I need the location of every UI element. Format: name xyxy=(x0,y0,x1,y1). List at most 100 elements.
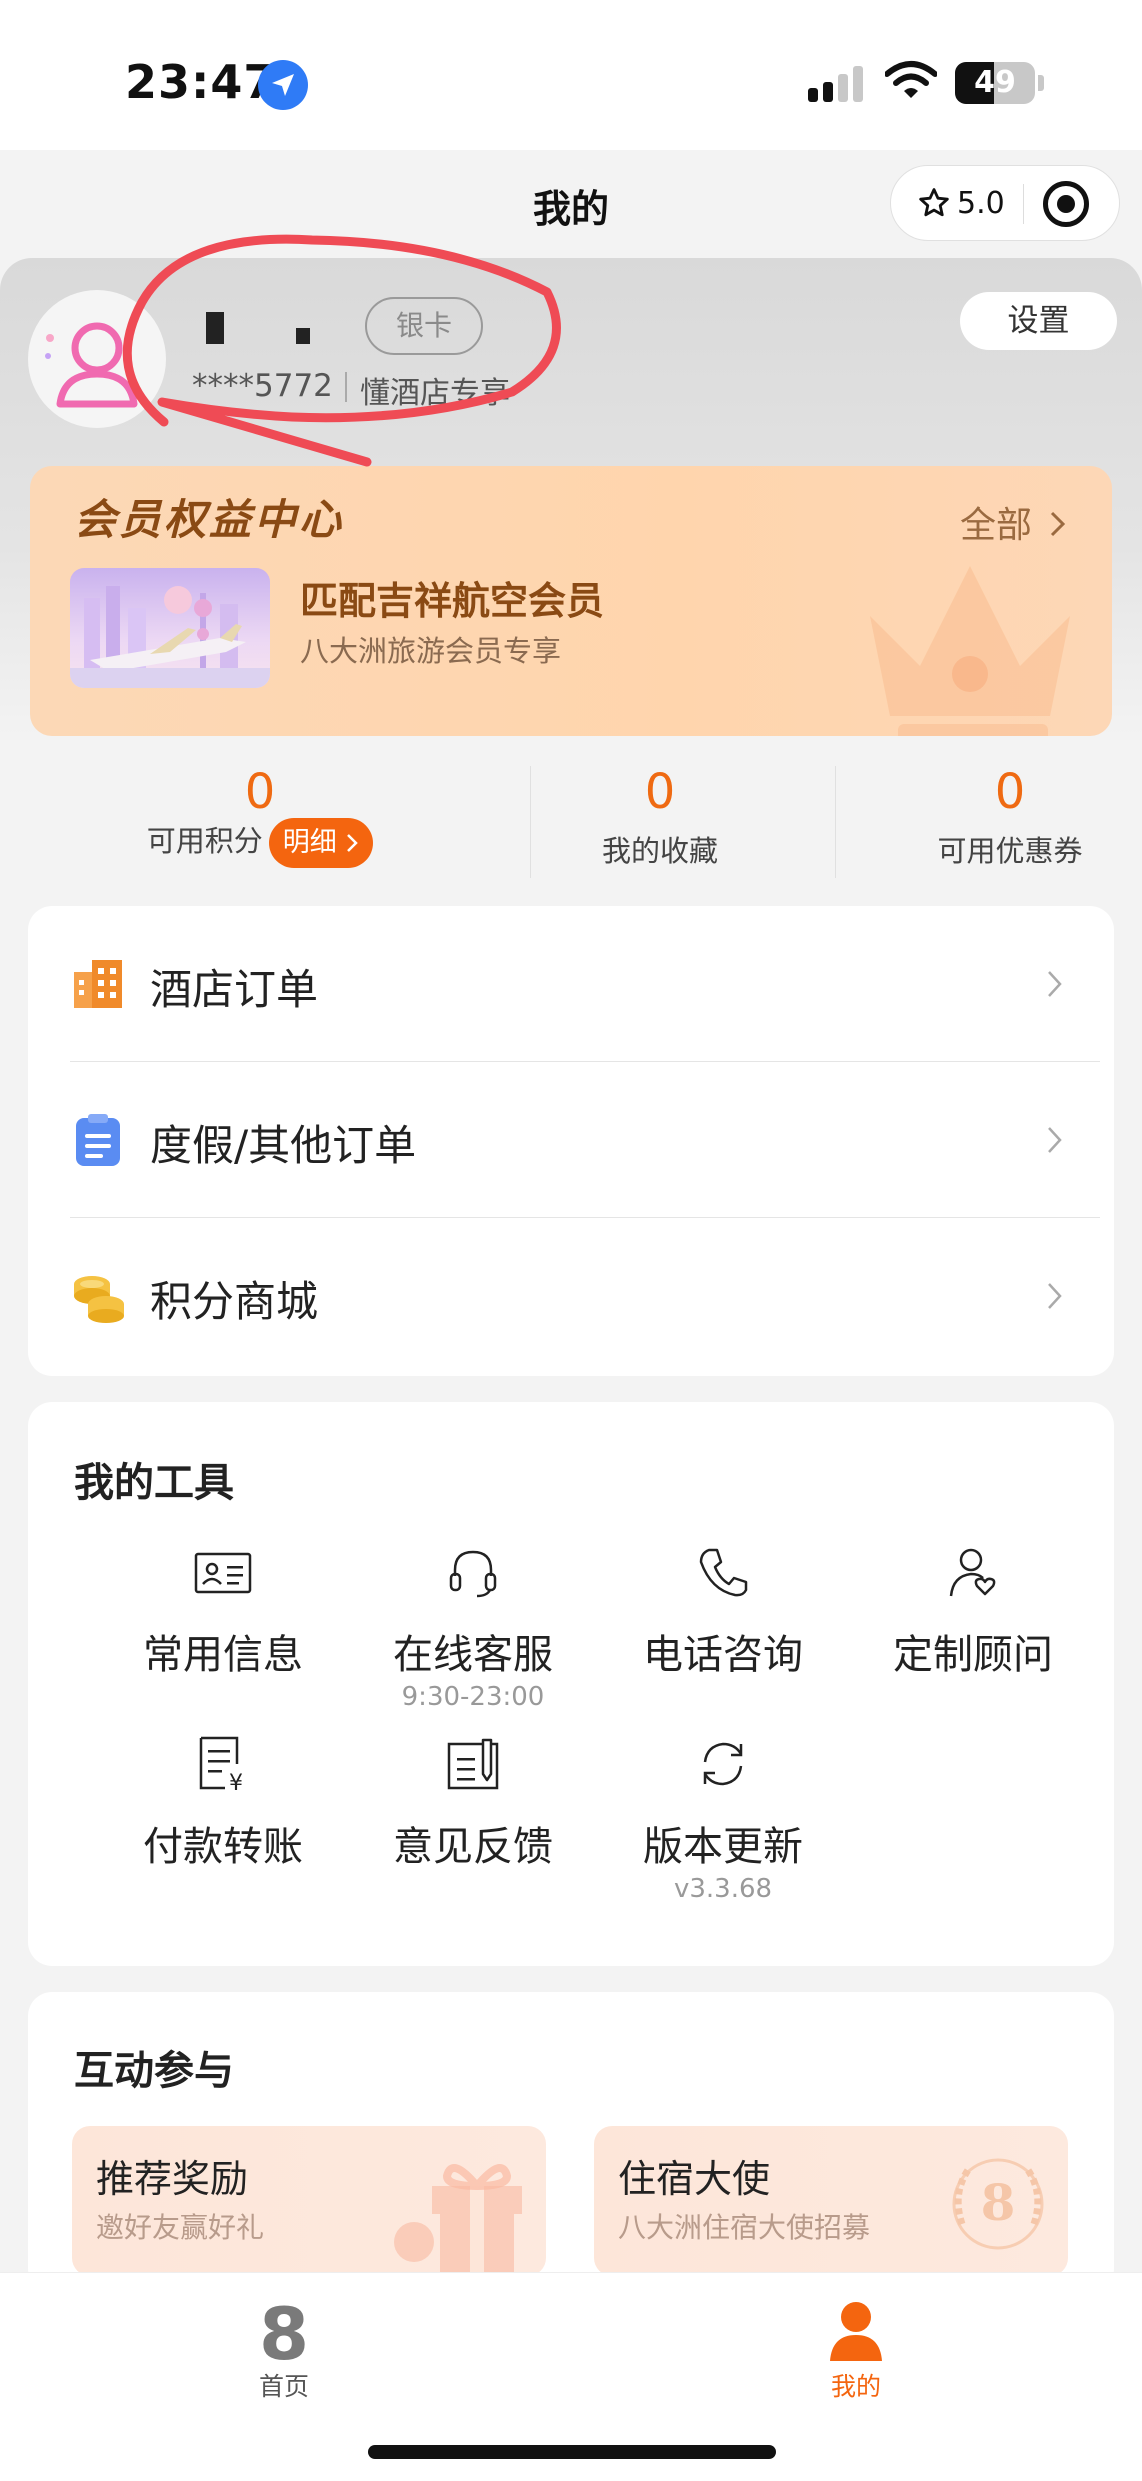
tool-label: 常用信息 xyxy=(143,1632,303,1678)
stat-coupons[interactable]: 0 可用优惠券 xyxy=(890,736,1130,886)
feedback-icon xyxy=(447,1738,499,1790)
referral-reward-tile[interactable]: 推荐奖励 邀好友赢好礼 xyxy=(72,2126,546,2276)
masked-phone-number: ****5772 xyxy=(192,368,333,404)
stats-row: 0 可用积分 明细 0 我的收藏 0 可用优惠券 xyxy=(0,736,1142,886)
tool-feedback[interactable]: 意见反馈 xyxy=(348,1734,598,1894)
benefits-center-title: 会员权益中心 xyxy=(74,495,345,544)
favorites-count: 0 xyxy=(644,764,676,820)
chevron-right-icon xyxy=(1051,511,1066,537)
status-bar: 23:47 49 xyxy=(0,0,1142,150)
member-tag: 懂酒店专享 xyxy=(360,376,510,411)
stats-divider xyxy=(530,766,531,878)
orders-card: 酒店订单 度假/其他订单 积分商城 xyxy=(28,906,1114,1376)
hotel-orders-label: 酒店订单 xyxy=(150,965,319,1014)
coupons-label: 可用优惠券 xyxy=(937,834,1083,868)
username-redacted xyxy=(296,328,310,344)
detail-badge-label: 明细 xyxy=(282,827,337,858)
tool-label: 在线客服 xyxy=(393,1632,553,1678)
settings-button[interactable]: 设置 xyxy=(960,292,1117,350)
tool-label: 版本更新 xyxy=(643,1824,803,1870)
wifi-icon xyxy=(885,61,937,98)
id-card-icon xyxy=(194,1552,252,1594)
member-benefits-card[interactable]: 会员权益中心 全部 匹配吉祥航空会员 八大洲旅游会员专享 xyxy=(30,466,1112,736)
profile-icon xyxy=(830,2302,882,2361)
star-outline-icon[interactable] xyxy=(917,186,951,220)
tool-custom-advisor[interactable]: 定制顾问 xyxy=(848,1542,1098,1702)
tool-common-info[interactable]: 常用信息 xyxy=(98,1542,348,1702)
home-logo-icon: 8 xyxy=(259,2295,309,2365)
stat-favorites[interactable]: 0 我的收藏 xyxy=(560,736,760,886)
points-detail-badge[interactable]: 明细 xyxy=(268,818,374,868)
profile-separator xyxy=(345,372,347,402)
stats-divider xyxy=(835,766,836,878)
chevron-right-icon xyxy=(1048,1127,1062,1153)
my-tools-title: 我的工具 xyxy=(74,1460,234,1506)
location-arrow-icon xyxy=(258,60,308,110)
refresh-icon xyxy=(703,1742,743,1786)
list-item-points-mall[interactable]: 积分商城 xyxy=(28,1218,1114,1374)
tool-phone-consult[interactable]: 电话咨询 xyxy=(598,1542,848,1702)
referral-title: 推荐奖励 xyxy=(96,2157,249,2201)
tool-label: 电话咨询 xyxy=(643,1632,803,1678)
tool-label: 付款转账 xyxy=(143,1824,303,1870)
tool-online-service[interactable]: 在线客服 9:30-23:00 xyxy=(348,1542,598,1712)
gift-icon xyxy=(394,2164,522,2274)
vacation-orders-label: 度假/其他订单 xyxy=(150,1121,417,1170)
points-label: 可用积分 xyxy=(146,824,263,858)
svg-text:¥: ¥ xyxy=(229,1771,243,1794)
airline-promo-subtitle: 八大洲旅游会员专享 xyxy=(300,634,562,668)
tab-home-label: 首页 xyxy=(258,2372,309,2401)
interactive-card: 互动参与 推荐奖励 邀好友赢好礼 8 住宿大使 八大洲住宿大使招募 xyxy=(28,1992,1114,2292)
tab-mine-label: 我的 xyxy=(830,2372,881,2401)
membership-level-badge: 银卡 xyxy=(365,297,483,355)
tool-version-update[interactable]: 版本更新 v3.3.68 xyxy=(598,1734,848,1904)
tool-label: 意见反馈 xyxy=(393,1824,553,1870)
city-airplane-illustration xyxy=(70,586,270,688)
tool-label: 定制顾问 xyxy=(893,1632,1053,1678)
my-tools-card: 我的工具 常用信息 在线客服 9:30-23:00 电话咨询 定制顾问 ¥ 付款… xyxy=(28,1402,1114,1966)
miniprogram-capsule[interactable]: 5.0 xyxy=(890,165,1120,241)
home-indicator xyxy=(368,2445,776,2459)
view-all-label: 全部 xyxy=(960,505,1033,546)
phone-icon xyxy=(699,1548,748,1597)
benefits-view-all[interactable]: 全部 xyxy=(960,496,1069,548)
list-item-vacation-orders[interactable]: 度假/其他订单 xyxy=(28,1062,1114,1218)
close-target-icon[interactable] xyxy=(1043,181,1089,227)
airline-promo-title: 匹配吉祥航空会员 xyxy=(300,579,605,623)
status-time: 23:47 xyxy=(125,55,277,109)
svg-text:8: 8 xyxy=(259,2295,309,2365)
payment-receipt-icon: ¥ xyxy=(199,1736,243,1794)
points-label-row: 可用积分 明细 xyxy=(40,818,480,868)
laurel-badge-icon: 8 xyxy=(952,2158,1044,2250)
battery-percentage: 49 xyxy=(974,65,1016,100)
chevron-right-icon xyxy=(1048,971,1062,997)
capsule-divider xyxy=(1023,184,1024,224)
list-item-hotel-orders[interactable]: 酒店订单 xyxy=(28,906,1114,1062)
clipboard-icon xyxy=(76,1114,120,1166)
points-count: 0 xyxy=(244,764,276,820)
service-hours: 9:30-23:00 xyxy=(401,1682,545,1712)
tool-payment-transfer[interactable]: ¥ 付款转账 xyxy=(98,1734,348,1894)
rating-value: 5.0 xyxy=(957,186,1005,221)
chevron-right-icon xyxy=(347,834,359,852)
interactive-title: 互动参与 xyxy=(74,2048,234,2094)
tab-home[interactable]: 8 首页 xyxy=(184,2287,384,2401)
crown-icon xyxy=(870,566,1070,736)
username-redacted xyxy=(206,312,224,344)
headset-icon xyxy=(449,1550,497,1598)
tab-mine[interactable]: 我的 xyxy=(756,2287,956,2401)
advisor-icon xyxy=(949,1548,996,1597)
avatar[interactable] xyxy=(28,290,166,428)
svg-text:8: 8 xyxy=(981,2173,1016,2232)
hotel-building-icon xyxy=(74,960,122,1008)
chevron-right-icon xyxy=(1048,1283,1062,1309)
battery-tip xyxy=(1038,75,1044,91)
ambassador-tile[interactable]: 8 住宿大使 八大洲住宿大使招募 xyxy=(594,2126,1068,2276)
battery-indicator: 49 xyxy=(955,62,1035,104)
ambassador-subtitle: 八大洲住宿大使招募 xyxy=(618,2211,871,2244)
stat-points[interactable]: 0 可用积分 明细 xyxy=(40,736,480,886)
ambassador-title: 住宿大使 xyxy=(618,2157,771,2201)
referral-subtitle: 邀好友赢好礼 xyxy=(96,2211,265,2244)
airline-promo-image[interactable] xyxy=(70,568,270,688)
coins-icon xyxy=(74,1276,124,1323)
